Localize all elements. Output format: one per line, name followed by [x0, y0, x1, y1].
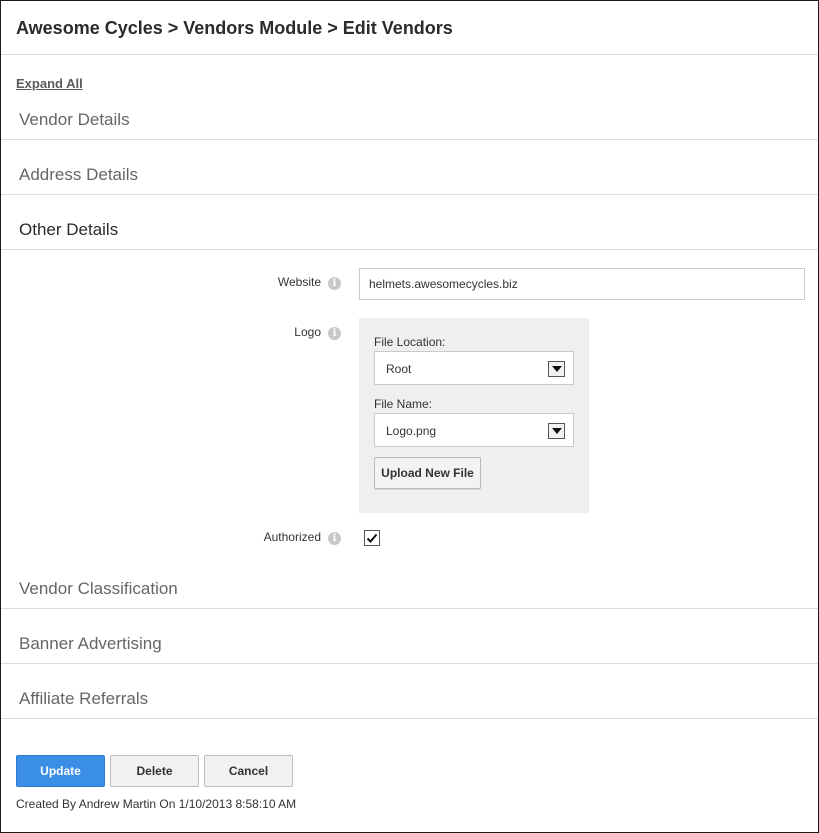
update-button[interactable]: Update — [16, 755, 105, 787]
info-icon[interactable]: i — [328, 277, 341, 290]
authorized-checkbox[interactable] — [364, 530, 380, 546]
file-name-label: File Name: — [374, 397, 433, 411]
file-location-label: File Location: — [374, 335, 446, 349]
section-label: Other Details — [19, 220, 119, 239]
section-banner-advertising[interactable]: Banner Advertising — [1, 609, 818, 664]
file-location-select[interactable]: Root — [374, 351, 574, 385]
delete-button[interactable]: Delete — [110, 755, 199, 787]
upload-new-file-button[interactable]: Upload New File — [374, 457, 481, 489]
section-vendor-details[interactable]: Vendor Details — [1, 85, 818, 140]
file-name-select[interactable]: Logo.png — [374, 413, 574, 447]
info-icon[interactable]: i — [328, 327, 341, 340]
page-header: Awesome Cycles > Vendors Module > Edit V… — [1, 1, 818, 55]
file-location-value: Root — [386, 362, 412, 376]
authorized-label: Authorized — [263, 530, 321, 544]
created-by-text: Created By Andrew Martin On 1/10/2013 8:… — [16, 797, 297, 811]
logo-panel: File Location: Root File Name: Logo.png … — [359, 318, 589, 513]
logo-label: Logo — [294, 325, 321, 339]
chevron-down-icon[interactable] — [548, 423, 565, 439]
info-icon[interactable]: i — [328, 532, 341, 545]
section-affiliate-referrals[interactable]: Affiliate Referrals — [1, 664, 818, 719]
section-label: Vendor Classification — [19, 579, 178, 598]
section-label: Banner Advertising — [19, 634, 162, 653]
section-vendor-classification[interactable]: Vendor Classification — [1, 554, 818, 609]
section-label: Address Details — [19, 165, 139, 184]
section-label: Affiliate Referrals — [19, 689, 149, 708]
page-title: Awesome Cycles > Vendors Module > Edit V… — [16, 18, 453, 38]
website-input[interactable]: helmets.awesomecycles.biz — [359, 268, 805, 300]
website-label: Website — [277, 275, 321, 289]
file-name-value: Logo.png — [386, 424, 437, 438]
section-other-details[interactable]: Other Details — [1, 195, 818, 250]
chevron-down-icon[interactable] — [548, 361, 565, 377]
section-address-details[interactable]: Address Details — [1, 140, 818, 195]
checkmark-icon — [366, 533, 378, 543]
section-label: Vendor Details — [19, 110, 130, 129]
cancel-button[interactable]: Cancel — [204, 755, 293, 787]
